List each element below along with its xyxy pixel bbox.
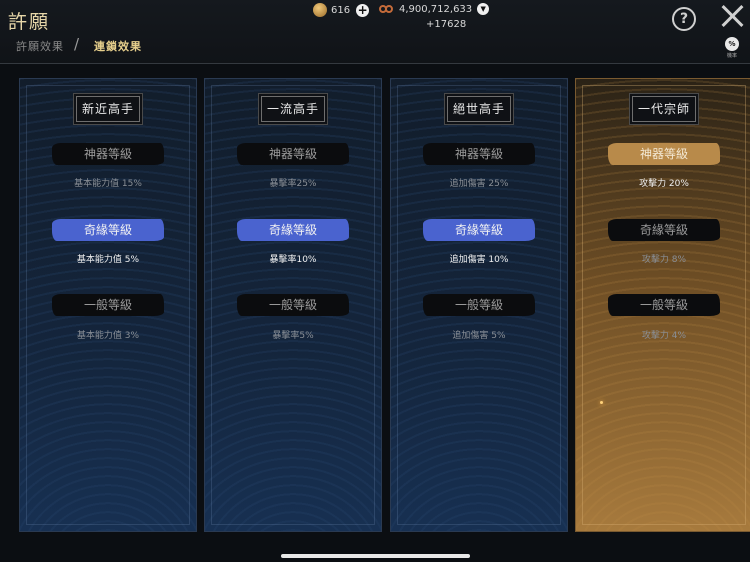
currency-dropdown-button[interactable]: ▼ <box>477 3 490 15</box>
tier-normal: 一般等級 <box>608 294 720 316</box>
coin-icon <box>313 3 327 17</box>
tier-artifact: 神器等級 <box>237 143 349 165</box>
tier-fortune: 奇緣等級 <box>608 219 720 241</box>
panel-title: 一代宗師 <box>632 96 696 122</box>
home-indicator[interactable] <box>281 554 470 558</box>
tier-normal: 一般等級 <box>423 294 535 316</box>
tier-artifact-stat: 基本能力值 15% <box>74 179 142 189</box>
chain-panel-4: 一代宗師 神器等級 攻擊力 20% 奇緣等級 攻擊力 8% 一般等級 攻擊力 4… <box>575 78 750 532</box>
add-coin-button[interactable]: + <box>356 3 370 17</box>
probability-button[interactable]: % <box>725 37 739 51</box>
tier-fortune-stat: 基本能力值 5% <box>76 255 140 265</box>
tier-artifact: 神器等級 <box>52 143 164 165</box>
page-title: 許願 <box>8 11 51 33</box>
chain-panel-1: 新近高手 神器等級 基本能力值 15% 奇緣等級 基本能力值 5% 一般等級 基… <box>19 78 197 532</box>
tier-normal-stat: 暴擊率5% <box>272 331 314 341</box>
panel-title: 絕世高手 <box>447 96 511 122</box>
help-button[interactable]: ? <box>672 7 696 31</box>
tier-artifact-stat: 暴擊率25% <box>269 179 317 189</box>
tier-artifact: 神器等級 <box>608 143 720 165</box>
panel-title: 新近高手 <box>76 96 140 122</box>
breadcrumb-separator: / <box>74 35 80 53</box>
tier-fortune: 奇緣等級 <box>423 219 535 241</box>
chain-panel-2: 一流高手 神器等級 暴擊率25% 奇緣等級 暴擊率10% 一般等級 暴擊率5% <box>204 78 382 532</box>
tier-fortune-stat: 暴擊率10% <box>269 255 317 265</box>
tier-fortune: 奇緣等級 <box>237 219 349 241</box>
tier-fortune-stat: 攻擊力 8% <box>641 255 687 265</box>
tier-normal: 一般等級 <box>237 294 349 316</box>
tier-artifact-stat: 攻擊力 20% <box>639 179 689 189</box>
tier-normal-stat: 基本能力值 3% <box>76 331 140 341</box>
top-bar <box>0 0 750 64</box>
tier-normal: 一般等級 <box>52 294 164 316</box>
coin-amount: 616 <box>331 4 351 16</box>
tier-artifact: 神器等級 <box>423 143 535 165</box>
bead-amount: 4,900,712,633 <box>399 3 473 15</box>
tab-chain-effect[interactable]: 連鎖效果 <box>94 38 142 54</box>
tier-normal-stat: 攻擊力 4% <box>641 331 687 341</box>
bead-icon <box>379 4 395 14</box>
close-button[interactable] <box>721 5 743 27</box>
probability-label: 機率 <box>726 53 737 59</box>
tier-artifact-stat: 追加傷害 25% <box>449 179 509 189</box>
tab-wish-effect[interactable]: 許願效果 <box>16 38 64 54</box>
chain-panel-3: 絕世高手 神器等級 追加傷害 25% 奇緣等級 追加傷害 10% 一般等級 追加… <box>390 78 568 532</box>
header-divider <box>0 63 750 64</box>
coin-counter: 616 + <box>313 3 370 17</box>
bead-gain: +17628 <box>426 19 467 30</box>
sparkle-effect <box>600 401 603 404</box>
tier-normal-stat: 追加傷害 5% <box>452 331 506 341</box>
tier-fortune-stat: 追加傷害 10% <box>449 255 509 265</box>
bead-counter: 4,900,712,633 ▼ <box>379 3 490 15</box>
tier-fortune: 奇緣等級 <box>52 219 164 241</box>
panel-title: 一流高手 <box>261 96 325 122</box>
